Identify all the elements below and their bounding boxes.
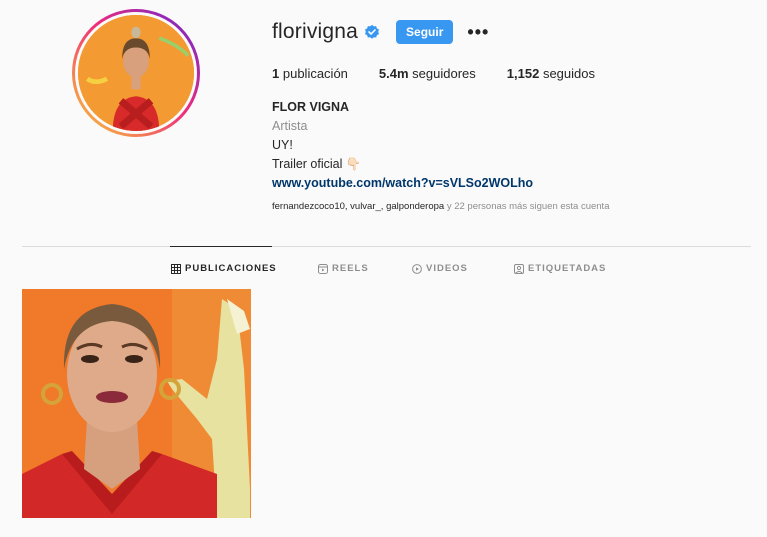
stat-posts: 1 publicación	[272, 66, 348, 81]
profile-header: florivigna Seguir •••	[272, 18, 489, 46]
profile-stats: 1 publicación 5.4m seguidores 1,152 segu…	[272, 66, 626, 81]
reels-icon	[318, 263, 328, 274]
follow-button[interactable]: Seguir	[396, 20, 454, 44]
stat-followers-value: 5.4m	[378, 66, 409, 81]
category-label: Artista	[272, 119, 308, 133]
profile-bio: FLOR VIGNA Artista UY! Trailer oficial 👇…	[272, 98, 533, 193]
tagged-icon	[514, 263, 524, 274]
tab-label: PUBLICACIONES	[185, 263, 277, 274]
more-options-icon[interactable]: •••	[467, 23, 489, 41]
stat-following-label: seguidos	[542, 66, 595, 81]
avatar[interactable]	[78, 15, 194, 131]
video-icon	[412, 263, 422, 274]
stat-followers-label: seguidores	[412, 66, 476, 81]
profile-avatar-ring[interactable]	[72, 9, 200, 137]
followed-by-names: fernandezcoco10, vulvar_, galponderopa	[272, 201, 445, 212]
stat-posts-value: 1	[272, 66, 280, 81]
followed-by[interactable]: fernandezcoco10, vulvar_, galponderopa y…	[272, 201, 609, 212]
tab-label: VIDEOS	[426, 263, 468, 274]
bio-line: Trailer oficial 👇🏻	[272, 157, 362, 171]
stat-followers[interactable]: 5.4m seguidores	[379, 66, 476, 81]
active-tab-indicator	[170, 246, 272, 247]
stat-following[interactable]: 1,152 seguidos	[507, 66, 595, 81]
tab-etiquetadas[interactable]: ETIQUETADAS	[514, 263, 606, 274]
tab-videos[interactable]: VIDEOS	[412, 263, 468, 274]
stat-following-value: 1,152	[506, 66, 540, 81]
tabs-divider	[22, 246, 751, 247]
tab-publicaciones[interactable]: PUBLICACIONES	[171, 263, 277, 274]
avatar-inner	[75, 12, 197, 134]
bio-line: UY!	[272, 138, 293, 152]
tab-label: ETIQUETADAS	[528, 263, 607, 274]
tab-label: REELS	[332, 263, 369, 274]
grid-icon	[171, 263, 181, 274]
post-thumbnail[interactable]	[22, 289, 251, 518]
tab-reels[interactable]: REELS	[318, 263, 369, 274]
profile-tabs: PUBLICACIONES REELS VIDEOS ETIQUETADAS	[0, 263, 767, 277]
followed-by-suffix: y 22 personas más siguen esta cuenta	[446, 201, 610, 212]
bio-link[interactable]: www.youtube.com/watch?v=sVLSo2WOLho	[272, 174, 533, 193]
post-image	[22, 289, 251, 518]
username: florivigna	[272, 20, 359, 43]
full-name: FLOR VIGNA	[272, 100, 350, 114]
stat-posts-label: publicación	[282, 66, 348, 81]
verified-badge-icon	[365, 24, 380, 39]
